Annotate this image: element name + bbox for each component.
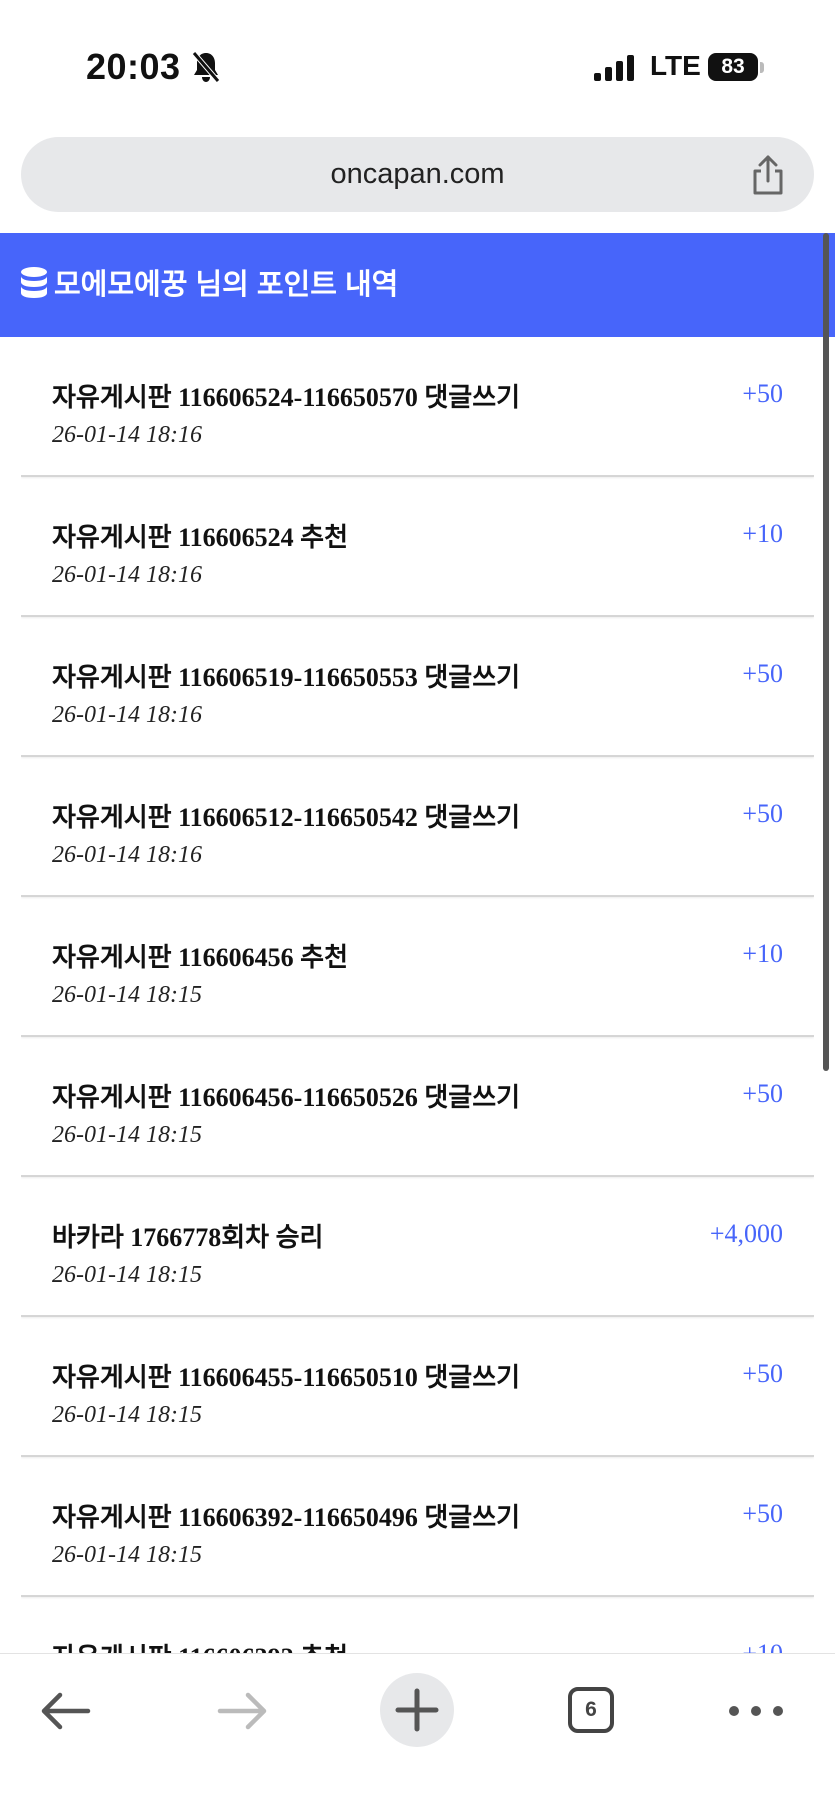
- item-title: 자유게시판 116606392-116650496 댓글쓰기: [52, 1503, 521, 1532]
- list-item[interactable]: 자유게시판 116606524 추천 26-01-14 18:16 +10: [21, 477, 814, 617]
- list-item[interactable]: 자유게시판 116606456-116650526 댓글쓰기 26-01-14 …: [21, 1037, 814, 1177]
- arrow-right-icon[interactable]: [212, 1674, 272, 1748]
- item-points: +10: [742, 939, 783, 968]
- item-date: 26-01-14 18:15: [52, 1402, 202, 1428]
- share-icon[interactable]: [750, 154, 786, 201]
- item-date: 26-01-14 18:15: [52, 982, 202, 1008]
- item-title: 자유게시판 116606455-116650510 댓글쓰기: [52, 1363, 521, 1392]
- item-title: 자유게시판 116606519-116650553 댓글쓰기: [52, 663, 521, 692]
- list-item[interactable]: 자유게시판 116606455-116650510 댓글쓰기 26-01-14 …: [21, 1317, 814, 1457]
- list-item[interactable]: 자유게시판 116606519-116650553 댓글쓰기 26-01-14 …: [21, 617, 814, 757]
- network-type: LTE: [650, 50, 701, 81]
- status-time: 20:03: [86, 46, 181, 87]
- item-points: +10: [742, 519, 783, 548]
- list-item[interactable]: 자유게시판 116606512-116650542 댓글쓰기 26-01-14 …: [21, 757, 814, 897]
- battery-indicator: 83: [708, 53, 758, 81]
- page-title: 모에모에꿍 님의 포인트 내역: [54, 269, 399, 301]
- item-points: +4,000: [709, 1219, 783, 1248]
- item-points: +50: [742, 1079, 783, 1108]
- scrollbar[interactable]: [823, 233, 829, 1071]
- item-points: +50: [742, 659, 783, 688]
- item-points: +10: [742, 1639, 783, 1653]
- more-icon[interactable]: [724, 1674, 788, 1748]
- item-title: 자유게시판 116606524 추천: [52, 523, 349, 552]
- list-item[interactable]: 자유게시판 116606392 추천 +10: [21, 1597, 814, 1653]
- address-bar[interactable]: oncapan.com: [21, 137, 814, 212]
- item-date: 26-01-14 18:16: [52, 842, 202, 868]
- item-date: 26-01-14 18:15: [52, 1122, 202, 1148]
- list-item[interactable]: 자유게시판 116606524-116650570 댓글쓰기 26-01-14 …: [21, 337, 814, 477]
- plus-icon[interactable]: [380, 1673, 454, 1747]
- item-date: 26-01-14 18:16: [52, 422, 202, 448]
- list-item[interactable]: 바카라 1766778회차 승리 26-01-14 18:15 +4,000: [21, 1177, 814, 1317]
- item-title: 바카라 1766778회차 승리: [52, 1223, 324, 1252]
- battery-tip: [760, 62, 764, 73]
- list-item[interactable]: 자유게시판 116606456 추천 26-01-14 18:15 +10: [21, 897, 814, 1037]
- list-item[interactable]: 자유게시판 116606392-116650496 댓글쓰기 26-01-14 …: [21, 1457, 814, 1597]
- item-points: +50: [742, 379, 783, 408]
- arrow-left-icon[interactable]: [36, 1674, 96, 1748]
- item-date: 26-01-14 18:16: [52, 702, 202, 728]
- browser-toolbar: 6: [0, 1653, 835, 1817]
- bell-slash-icon: [191, 50, 221, 89]
- item-title: 자유게시판 116606456-116650526 댓글쓰기: [52, 1083, 521, 1112]
- url-text[interactable]: oncapan.com: [21, 137, 814, 212]
- item-points: +50: [742, 799, 783, 828]
- item-points: +50: [742, 1359, 783, 1388]
- item-title: 자유게시판 116606456 추천: [52, 943, 349, 972]
- item-title: 자유게시판 116606512-116650542 댓글쓰기: [52, 803, 521, 832]
- database-icon: [20, 266, 48, 305]
- item-points: +50: [742, 1499, 783, 1528]
- points-list: 자유게시판 116606524-116650570 댓글쓰기 26-01-14 …: [21, 337, 814, 1653]
- signal-bars-icon: [594, 55, 636, 86]
- item-title: 자유게시판 116606524-116650570 댓글쓰기: [52, 383, 521, 412]
- status-bar: 20:03 LTE 83: [0, 0, 835, 130]
- tab-count: 6: [568, 1687, 614, 1733]
- item-date: 26-01-14 18:15: [52, 1262, 202, 1288]
- page-header: 모에모에꿍 님의 포인트 내역: [0, 233, 835, 337]
- item-date: 26-01-14 18:15: [52, 1542, 202, 1568]
- item-title: 자유게시판 116606392 추천: [52, 1637, 348, 1653]
- tabs-icon[interactable]: 6: [566, 1674, 620, 1748]
- item-date: 26-01-14 18:16: [52, 562, 202, 588]
